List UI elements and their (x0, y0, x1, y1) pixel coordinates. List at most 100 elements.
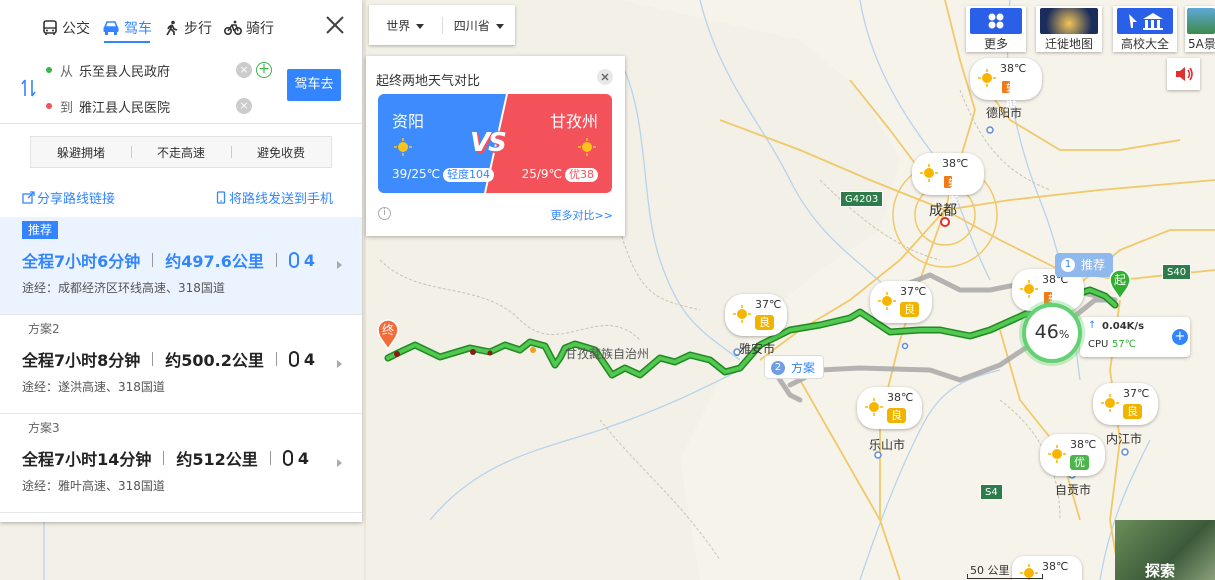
info-icon[interactable]: i (378, 207, 391, 220)
migration-map-button[interactable]: 迁徙地图 (1036, 6, 1102, 52)
plan-tag: 方案2 (28, 322, 60, 336)
usage-percent: 46 (1034, 321, 1059, 343)
city-label-neijiang[interactable]: 内江市 (1106, 430, 1142, 447)
migration-map-icon (1040, 8, 1098, 34)
more-label: 更多 (983, 37, 1008, 51)
more-compare-link[interactable]: 更多对比>> (551, 207, 613, 223)
start-prefix: 从 (60, 64, 74, 80)
swap-icon[interactable] (20, 78, 38, 98)
weather-compare-title: 起终两地天气对比 (376, 74, 481, 89)
map-weather-pin[interactable]: 38℃ 轻度 (970, 58, 1042, 110)
sun-icon (978, 69, 996, 87)
region-label-ganzi[interactable]: 甘孜藏族自治州 (565, 345, 649, 362)
origin-air-quality: 轻度104 (443, 168, 495, 182)
origin-temp-range: 39/25℃ (392, 167, 441, 181)
more-button[interactable]: 更多 (966, 6, 1026, 52)
route-plan[interactable]: 方案3 全程7小时14分钟 约512公里 4 途经：雅叶高速、318国道 (0, 415, 362, 513)
pin-temperature: 38℃ (1070, 438, 1097, 451)
traffic-light-icon (282, 450, 293, 466)
end-marker[interactable]: 终 (376, 318, 400, 350)
map-weather-pin[interactable]: 38℃ 优 (1040, 434, 1105, 476)
route-plan[interactable]: 方案2 全程7小时8分钟 约500.2公里 4 途经：遂洪高速、318国道 (0, 316, 362, 414)
pin-air-quality: 良 (900, 302, 919, 317)
start-point-field[interactable]: 从 乐至县人民政府 (46, 56, 256, 84)
collapse-icon[interactable] (597, 69, 613, 85)
plan-duration: 全程7小时14分钟 (22, 450, 152, 469)
close-icon[interactable] (324, 14, 346, 36)
plan-lights: 4 (303, 349, 316, 369)
end-point-field[interactable]: 到 雅江县人民医院 (46, 92, 256, 120)
upload-arrow-icon: ↑ (1088, 320, 1097, 331)
plan-via: 途经：雅叶高速、318国道 (22, 479, 165, 493)
drive-go-button[interactable]: 驾车去 (287, 69, 341, 101)
system-monitor-widget[interactable]: ↑ 0.04K/s CPU 57℃ + 46% (1022, 303, 1190, 363)
scenic-label: 5A景 (1188, 37, 1215, 51)
tab-bus-label: 公交 (62, 21, 90, 37)
city-label-zigong[interactable]: 自贡市 (1055, 481, 1091, 498)
weather-compare-card: 起终两地天气对比 资阳 39/25℃ 轻度104 VS 甘孜州 25/9℃ 优38 … (366, 56, 625, 236)
map-weather-pin[interactable]: 37℃ 良 (725, 294, 787, 336)
pin-temperature: 38℃ (942, 157, 969, 170)
network-speed: 0.04K/s (1102, 321, 1145, 332)
phone-icon (216, 191, 226, 204)
sun-icon (878, 292, 896, 310)
route-plan[interactable]: 推荐 全程7小时6分钟 约497.6公里 4 途经：成都经济区环线高速、318国… (0, 217, 362, 315)
world-select[interactable]: 世界 (369, 17, 442, 34)
pref-avoid-toll[interactable]: 避免收费 (231, 144, 331, 161)
start-dot (46, 67, 52, 73)
start-point-value: 乐至县人民政府 (79, 64, 171, 80)
share-route-label: 分享路线链接 (37, 192, 116, 207)
highway-shield-s40: S40 (1162, 264, 1192, 280)
end-point-value: 雅江县人民医院 (79, 100, 171, 116)
plan-duration: 全程7小时6分钟 (22, 252, 141, 271)
plan-duration: 全程7小时8分钟 (22, 351, 141, 370)
route-tag-recommended[interactable]: 1 推荐 (1055, 253, 1114, 277)
send-to-phone-label: 将路线发送到手机 (229, 192, 334, 207)
plan-lights: 4 (303, 250, 316, 270)
university-button[interactable]: 高校大全 (1113, 6, 1177, 52)
map-weather-pin[interactable]: 37℃ 良 (870, 281, 932, 323)
tab-drive[interactable]: 驾车 (102, 14, 152, 43)
route-tag-alternative[interactable]: 2 方案 (764, 355, 825, 379)
traffic-light-icon (288, 351, 299, 367)
send-to-phone-link[interactable]: 将路线发送到手机 (216, 188, 333, 207)
plan-tag: 方案3 (28, 421, 60, 435)
plan-summary: 全程7小时8分钟 约500.2公里 4 (22, 347, 315, 371)
memory-usage-ring[interactable]: 46% (1022, 303, 1082, 363)
add-waypoint-icon[interactable]: + (256, 62, 272, 78)
pin-temperature: 38℃ (887, 391, 914, 404)
plan-lights: 4 (297, 448, 309, 468)
pin-air-quality: 良 (755, 315, 774, 330)
route-number-badge: 1 (1061, 258, 1075, 272)
pref-avoid-congestion[interactable]: 躲避拥堵 (31, 144, 131, 161)
city-label-leshan[interactable]: 乐山市 (869, 436, 905, 453)
route-preferences: 躲避拥堵 不走高速 避免收费 (30, 136, 332, 168)
scenic-button[interactable]: 5A景 (1185, 6, 1215, 52)
explore-button[interactable]: 探索 (1115, 520, 1215, 580)
sun-icon (1020, 280, 1038, 298)
sun-icon (578, 138, 596, 156)
map-weather-pin[interactable]: 37℃ 良 (1093, 383, 1158, 425)
bus-icon (43, 20, 57, 35)
sound-button[interactable] (1167, 58, 1200, 90)
tab-walk[interactable]: 步行 (164, 14, 212, 42)
pref-no-highway[interactable]: 不走高速 (131, 144, 231, 161)
sun-icon (920, 164, 938, 182)
tab-bike[interactable]: 骑行 (224, 14, 274, 42)
map-weather-pin[interactable]: 38℃ 良 (857, 387, 922, 429)
tab-bus[interactable]: 公交 (42, 14, 90, 42)
clear-end-icon[interactable]: × (236, 98, 252, 114)
map-weather-pin[interactable]: 38℃ 轻度 (912, 153, 984, 205)
pin-temperature: 37℃ (1123, 387, 1150, 400)
usage-percent-unit: % (1058, 328, 1070, 341)
explore-label: 探索 (1145, 562, 1176, 580)
region-selector: 世界 四川省 (369, 5, 515, 45)
clear-start-icon[interactable]: × (236, 62, 252, 78)
province-select[interactable]: 四川省 (441, 16, 516, 34)
destination-temperature: 25/9℃ 优38 (522, 167, 598, 182)
chevron-right-icon (337, 261, 342, 269)
share-route-link[interactable]: 分享路线链接 (22, 188, 115, 207)
sun-icon (1048, 445, 1066, 463)
start-marker[interactable]: 起 (1108, 268, 1132, 300)
add-icon[interactable]: + (1172, 329, 1188, 345)
